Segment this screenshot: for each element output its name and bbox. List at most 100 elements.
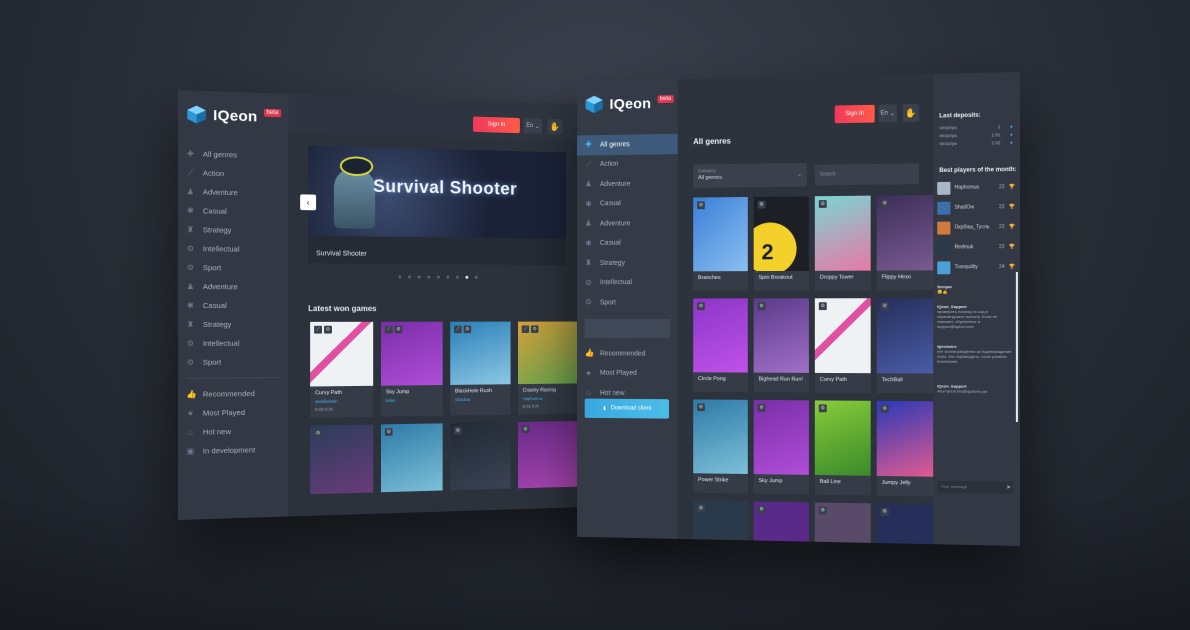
game-card[interactable]: ⟋ ⚙ Curvy Path steelbolt4in 0.03 ICN <box>310 321 374 418</box>
chess-icon: ♜ <box>186 319 195 329</box>
nav-item[interactable]: ★ Most Played <box>178 402 288 423</box>
gear-icon: ⚙ <box>697 504 705 513</box>
gear-icon: ⚙ <box>818 200 827 208</box>
game-card[interactable]: ⟋ ⚙ Crashy Racing Haphomus 0.02 ICN <box>518 321 578 415</box>
game-card[interactable]: ⟋ ⚙ Sky Jump lvilixi <box>380 321 443 417</box>
signin-button[interactable]: Sign In <box>473 116 520 134</box>
chat-input[interactable]: Your message <box>937 480 1013 494</box>
spin-number: 2 <box>761 239 774 265</box>
nav-item[interactable]: 👍 Recommended <box>577 344 678 364</box>
carousel-dot[interactable] <box>436 275 440 279</box>
nav-item[interactable]: ✚ All genres <box>178 144 288 166</box>
nav-item[interactable]: 👍 Recommended <box>178 384 288 404</box>
nav-item-label: Intellectual <box>599 279 632 287</box>
nav-item[interactable]: ✱ Casual <box>178 296 288 315</box>
hand-icon[interactable]: ✋ <box>547 118 563 135</box>
carousel-dot[interactable] <box>474 275 478 279</box>
game-card[interactable]: ⚙ <box>380 423 443 493</box>
nav-item[interactable]: ♨ Hot new <box>178 421 288 442</box>
nav-item[interactable]: ✱ Casual <box>178 201 288 222</box>
best-player-row[interactable]: Окрбяш_Тусль 22 🏆 <box>937 218 1015 237</box>
game-card[interactable]: ⚙ Curvy Path <box>814 298 871 393</box>
game-winner[interactable]: steelbolt4in <box>315 399 338 404</box>
carousel-dot[interactable] <box>417 275 421 279</box>
nav-item[interactable]: ⚙ Intellectual <box>178 334 288 353</box>
nav-item[interactable]: ⟋ Action <box>577 154 678 175</box>
nav-item[interactable]: ⚙ Sport <box>178 352 288 372</box>
carousel-dot[interactable] <box>408 275 411 279</box>
puzzle-icon: ✱ <box>186 205 194 215</box>
game-winner[interactable]: Haphomus <box>523 396 543 401</box>
game-card[interactable]: ⚙ <box>814 502 871 543</box>
category-select[interactable]: Category All genres ⌄ <box>693 162 807 188</box>
best-player-row[interactable]: ShadOw 22 🏆 <box>937 198 1015 217</box>
game-winner[interactable]: lvilixi <box>386 398 395 403</box>
nav-item-label: Action <box>599 161 619 169</box>
nav-item[interactable]: ♜ Strategy <box>178 220 288 240</box>
hero-prev-button[interactable]: ‹ <box>300 194 317 211</box>
nav-item[interactable]: ♟ Adventure <box>178 182 288 203</box>
hero-banner[interactable]: Survival Shooter Survival Shooter <box>308 145 567 266</box>
nav-item[interactable]: ⚙ Intellectual <box>577 273 678 293</box>
logo[interactable]: IQeon beta <box>577 79 678 127</box>
game-card[interactable]: ⚙ <box>450 422 511 491</box>
gear-icon: ⚙ <box>880 199 889 208</box>
download-client-button[interactable]: ⬇ Download client <box>584 398 670 419</box>
language-select[interactable]: En ⌄ <box>878 104 897 123</box>
game-card[interactable]: ⟋ ⚙ BlackHole Rush Shadow <box>450 321 511 416</box>
nav-item[interactable]: ✱ Casual <box>577 193 678 214</box>
best-player-row[interactable]: Redmuk 22 🏆 <box>937 238 1015 256</box>
nav-item[interactable]: ♟ Adventure <box>577 213 678 234</box>
nav-item-label: Sport <box>202 357 222 367</box>
trophy-icon: 🏆 <box>1008 184 1016 191</box>
nav-item[interactable]: ▣ In development <box>178 440 288 461</box>
game-winner[interactable]: Shadow <box>455 397 470 402</box>
player-score: 22 <box>998 244 1005 251</box>
language-select[interactable]: En ⌄ <box>523 118 543 134</box>
nav-item-label: Sport <box>599 299 616 307</box>
game-card[interactable]: ⚙ Ball Line <box>814 400 871 496</box>
nav-item[interactable]: ✚ All genres <box>577 133 678 156</box>
hand-icon[interactable]: ✋ <box>902 103 919 123</box>
carousel-dot-active[interactable] <box>465 275 469 279</box>
game-name: BlackHole Rush <box>455 388 492 395</box>
game-card[interactable]: ⚙ Bighead Run Run! <box>753 298 809 393</box>
nav-item[interactable]: ★ Most Played <box>577 363 678 383</box>
carousel-dots[interactable] <box>398 275 478 279</box>
scrollbar[interactable] <box>1015 272 1018 422</box>
best-player-row[interactable]: Tranquility 24 🏆 <box>937 258 1015 276</box>
carousel-dot[interactable] <box>446 275 450 279</box>
carousel-dot[interactable] <box>398 275 402 279</box>
game-card[interactable]: ⚙ <box>753 501 809 542</box>
nav-item[interactable]: ✱ Casual <box>577 233 678 253</box>
game-card[interactable]: ⚙ Branches <box>693 196 748 291</box>
nav-item[interactable]: ♜ Strategy <box>178 315 288 334</box>
nav-item[interactable]: ⚙ Intellectual <box>178 239 288 259</box>
game-card[interactable]: ⚙ TechBall <box>876 298 934 394</box>
game-card[interactable]: ⚙ Power Strike <box>693 399 748 494</box>
logo[interactable]: IQeon beta <box>178 90 288 141</box>
carousel-dot[interactable] <box>455 275 459 279</box>
nav-item[interactable]: ⚙ Sport <box>577 293 678 313</box>
search-input[interactable]: Search <box>814 163 919 186</box>
nav-item[interactable]: ♜ Strategy <box>577 253 678 273</box>
nav-item[interactable]: ⟋ Action <box>178 163 288 184</box>
game-card[interactable]: ⚙ Droppy Tower <box>814 195 871 291</box>
front-screen: IQeon beta ✚ All genres ⟋ Action ♟ Adventure ✱… <box>577 72 1020 546</box>
game-card[interactable]: ⚙ <box>693 500 748 541</box>
best-player-row[interactable]: Haphomus 22 🏆 <box>937 178 1015 197</box>
game-card[interactable]: ⚙ Sky Jump <box>753 399 809 495</box>
game-card[interactable]: ⚙ Circle Pong <box>693 298 748 393</box>
carousel-dot[interactable] <box>427 275 431 279</box>
signin-button[interactable]: Sign In <box>834 104 875 124</box>
game-card[interactable]: ⚙ <box>518 420 578 489</box>
game-card[interactable]: 2 ⚙ Spin Breakout <box>753 196 809 291</box>
nav-item[interactable]: ⚙ Sport <box>178 258 288 278</box>
game-card[interactable]: ⚙ Jumpy Jelly <box>876 400 934 497</box>
game-card[interactable]: ⚙ <box>876 503 934 545</box>
nav-item[interactable]: ♟ Adventure <box>178 277 288 296</box>
nav-item[interactable]: ♟ Adventure <box>577 174 678 195</box>
game-card[interactable]: ⚙ Flippy Hexo <box>876 194 934 291</box>
send-icon[interactable]: ➤ <box>1004 482 1014 494</box>
game-card[interactable]: ⚙ <box>310 424 374 495</box>
